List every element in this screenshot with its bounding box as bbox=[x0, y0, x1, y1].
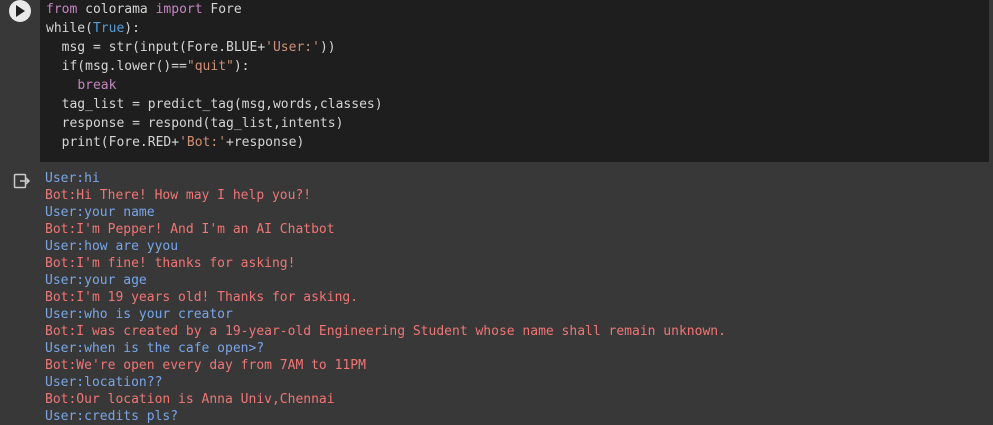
code-token: 'Bot:' bbox=[179, 135, 227, 150]
code-line: while(True): bbox=[46, 19, 140, 38]
code-token: import bbox=[155, 2, 203, 17]
code-line: response = respond(tag_list,intents) bbox=[46, 114, 344, 133]
output-redirect-icon[interactable] bbox=[13, 173, 31, 189]
code-token: True bbox=[92, 21, 125, 36]
code-line: if(msg.lower()=="quit"): bbox=[46, 57, 250, 76]
notebook-cell: from colorama import Fore while(True): ms… bbox=[0, 0, 993, 424]
code-token: while( bbox=[46, 21, 93, 36]
play-icon bbox=[16, 5, 25, 17]
code-line: from colorama import Fore bbox=[46, 0, 242, 19]
code-line: msg = str(input(Fore.BLUE+'User:')) bbox=[46, 38, 336, 57]
code-line: tag_list = predict_tag(msg,words,classes… bbox=[46, 95, 383, 114]
code-token: 'User:' bbox=[265, 40, 320, 55]
user-message-line: User:who is your creator bbox=[45, 307, 233, 322]
code-token: from bbox=[46, 2, 78, 17]
user-message-line: User:location?? bbox=[45, 375, 163, 390]
cell-output: User:hi Bot:Hi There! How may I help you?… bbox=[0, 162, 993, 424]
code-token: print(Fore.RED+ bbox=[46, 135, 180, 150]
bot-message-line: Bot:I'm fine! thanks for asking! bbox=[45, 256, 296, 271]
code-editor[interactable]: from colorama import Fore while(True): ms… bbox=[40, 0, 989, 162]
code-token: ): bbox=[233, 59, 250, 74]
user-message-line: User:credits pls? bbox=[45, 409, 179, 424]
bot-message-line: Bot:Our location is Anna Univ,Chennai bbox=[45, 392, 335, 407]
code-token: tag_list = predict_tag(msg,words,classes… bbox=[46, 97, 383, 112]
code-line: break bbox=[46, 76, 116, 95]
code-token: colorama bbox=[77, 2, 156, 17]
code-token: "quit" bbox=[186, 59, 234, 74]
bot-message-line: Bot:We're open every day from 7AM to 11P… bbox=[45, 358, 366, 373]
editor-edge bbox=[989, 0, 993, 162]
code-token: ): bbox=[124, 21, 140, 36]
user-message-line: User:hi bbox=[45, 171, 100, 186]
bot-message-line: Bot:Hi There! How may I help you?! bbox=[45, 188, 312, 203]
code-token: )) bbox=[319, 40, 336, 55]
code-token: msg = str(input(Fore.BLUE+ bbox=[46, 40, 266, 55]
code-token: +response) bbox=[226, 135, 305, 150]
code-token: response = respond(tag_list,intents) bbox=[46, 116, 344, 131]
run-cell-button[interactable] bbox=[9, 0, 31, 22]
bot-message-line: Bot:I'm Pepper! And I'm an AI Chatbot bbox=[45, 222, 335, 237]
user-message-line: User:when is the cafe open>? bbox=[45, 341, 265, 356]
code-token: Fore bbox=[202, 2, 242, 17]
code-line: print(Fore.RED+'Bot:'+response) bbox=[46, 133, 305, 152]
user-message-line: User:your age bbox=[45, 273, 147, 288]
user-message-line: User:how are yyou bbox=[45, 239, 179, 254]
code-token: break bbox=[77, 78, 117, 93]
bot-message-line: Bot:I was created by a 19-year-old Engin… bbox=[45, 324, 726, 339]
cell-gutter bbox=[0, 0, 40, 162]
code-token: if(msg.lower()== bbox=[46, 59, 187, 74]
bot-message-line: Bot:I'm 19 years old! Thanks for asking. bbox=[45, 290, 359, 305]
user-message-line: User:your name bbox=[45, 205, 155, 220]
